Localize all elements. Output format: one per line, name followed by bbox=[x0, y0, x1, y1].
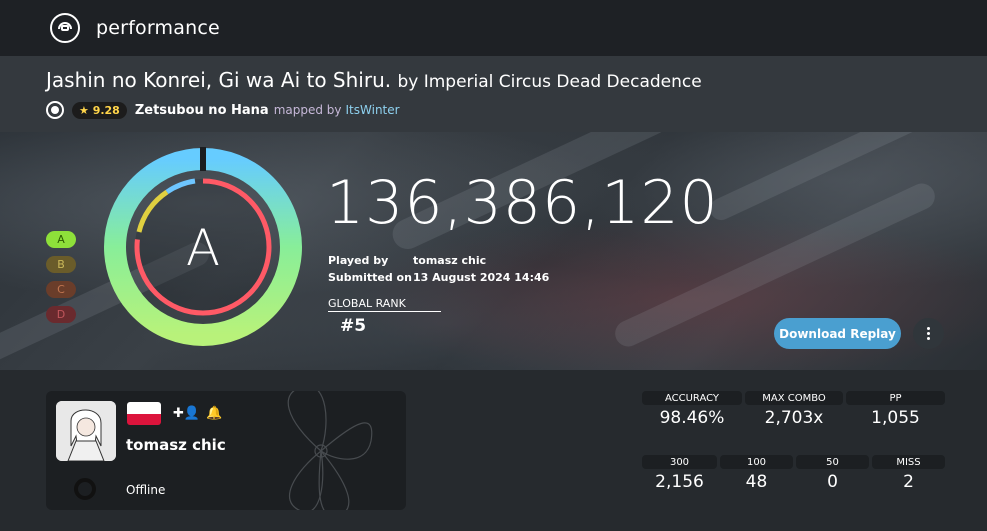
score-banner: A A B C D 136,386,120 Played by tomasz c… bbox=[0, 132, 987, 370]
beatmap-artist[interactable]: by Imperial Circus Dead Decadence bbox=[397, 72, 701, 92]
flower-decoration bbox=[287, 391, 373, 510]
stat-label: 300 bbox=[642, 455, 717, 469]
stat-label: PP bbox=[846, 391, 945, 405]
beatmap-title-line: Jashin no Konrei, Gi wa Ai to Shiru. by … bbox=[46, 68, 702, 92]
stat-value: 0 bbox=[827, 472, 838, 492]
avatar[interactable] bbox=[56, 401, 116, 461]
stat-value: 2 bbox=[903, 472, 914, 492]
played-by-label: Played by bbox=[328, 254, 389, 267]
star-rating-badge: ★ 9.28 bbox=[72, 101, 127, 119]
mapped-by-label: mapped by bbox=[273, 103, 342, 117]
stat-300: 300 2,156 bbox=[642, 455, 717, 492]
stat-label: MAX COMBO bbox=[745, 391, 843, 405]
bottom-section: ✚👤 🔔 tomasz chic Offline ACCURACY 98.46%… bbox=[0, 370, 987, 531]
grade-letter: A bbox=[186, 219, 220, 277]
beatmap-title[interactable]: Jashin no Konrei, Gi wa Ai to Shiru. bbox=[46, 68, 391, 92]
beatmap-subline: ★ 9.28 Zetsubou no Hana mapped by ItsWin… bbox=[46, 101, 400, 119]
stat-max-combo: MAX COMBO 2,703x bbox=[745, 391, 843, 428]
stat-pp: PP 1,055 bbox=[846, 391, 945, 428]
stat-value: 98.46% bbox=[659, 408, 725, 428]
user-status: Offline bbox=[126, 483, 166, 497]
bell-icon[interactable]: 🔔 bbox=[206, 406, 222, 421]
top-header: performance bbox=[0, 0, 987, 56]
grade-a: A bbox=[46, 231, 76, 248]
page-title: performance bbox=[96, 17, 220, 39]
beatmap-info: Jashin no Konrei, Gi wa Ai to Shiru. by … bbox=[0, 56, 987, 132]
osu-mode-icon bbox=[46, 101, 64, 119]
grade-d: D bbox=[46, 306, 76, 323]
played-by-user[interactable]: tomasz chic bbox=[413, 254, 486, 267]
stat-value: 2,703x bbox=[764, 408, 824, 428]
stat-value: 2,156 bbox=[655, 472, 704, 492]
grade-b: B bbox=[46, 256, 76, 273]
user-card[interactable]: ✚👤 🔔 tomasz chic Offline bbox=[46, 391, 406, 510]
submitted-date: 13 August 2024 14:46 bbox=[413, 271, 550, 284]
score-meta: Played by tomasz chic Submitted on 13 Au… bbox=[328, 252, 549, 286]
stat-100: 100 48 bbox=[720, 455, 793, 492]
more-options-icon[interactable] bbox=[913, 318, 944, 349]
grade-list: A B C D bbox=[46, 231, 76, 323]
status-indicator-icon bbox=[74, 478, 96, 500]
grade-c: C bbox=[46, 281, 76, 298]
stat-label: ACCURACY bbox=[642, 391, 742, 405]
stat-label: 100 bbox=[720, 455, 793, 469]
difficulty-name: Zetsubou no Hana bbox=[134, 102, 269, 118]
stat-value: 1,055 bbox=[871, 408, 920, 428]
submitted-label: Submitted on bbox=[328, 271, 412, 284]
global-rank-label: GLOBAL RANK bbox=[328, 297, 441, 312]
download-replay-button[interactable]: Download Replay bbox=[774, 318, 901, 349]
stat-miss: MISS 2 bbox=[872, 455, 945, 492]
stat-accuracy: ACCURACY 98.46% bbox=[642, 391, 742, 428]
global-rank-value: #5 bbox=[340, 316, 367, 336]
stat-label: MISS bbox=[872, 455, 945, 469]
stat-value: 48 bbox=[745, 472, 768, 492]
stat-50: 50 0 bbox=[796, 455, 869, 492]
country-flag-poland[interactable] bbox=[127, 402, 161, 425]
stat-label: 50 bbox=[796, 455, 869, 469]
osu-logo-icon[interactable] bbox=[50, 13, 80, 43]
username[interactable]: tomasz chic bbox=[126, 436, 226, 454]
accuracy-ring: A bbox=[104, 147, 302, 346]
add-friend-icon[interactable]: ✚👤 bbox=[173, 406, 200, 421]
mapper-link[interactable]: ItsWinter bbox=[346, 103, 400, 117]
total-score: 136,386,120 bbox=[326, 168, 719, 238]
